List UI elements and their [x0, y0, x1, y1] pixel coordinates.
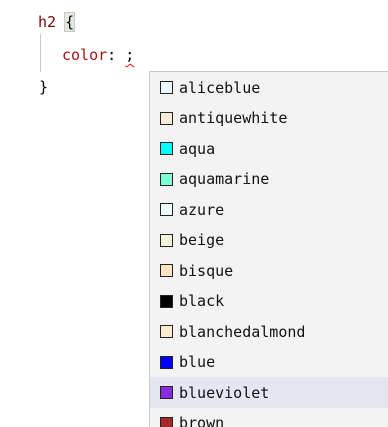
color-swatch-icon [160, 142, 173, 155]
error-squiggle-value: ; [125, 46, 135, 64]
suggestion-label: black [179, 292, 225, 310]
suggestion-label: azure [179, 200, 225, 219]
color-swatch-icon [160, 203, 173, 216]
suggestion-label: bisque [179, 261, 234, 280]
color-swatch-icon [160, 416, 173, 427]
code-editor[interactable]: h2 { color: ; } aliceblue antiquewhite aqu… [0, 0, 388, 427]
color-swatch-icon [160, 294, 173, 308]
suggestion-label: aqua [179, 139, 216, 158]
close-brace: } [39, 78, 49, 96]
code-line-3: } [39, 77, 48, 97]
suggestion-item-bisque[interactable]: bisque [150, 255, 388, 286]
code-line-1: h2 { [38, 12, 76, 32]
color-swatch-icon [160, 233, 173, 247]
suggestion-label: beige [179, 231, 225, 249]
suggestion-item-blanchedalmond[interactable]: blanchedalmond [150, 316, 388, 347]
suggestion-label: blanchedalmond [179, 322, 306, 341]
suggestion-item-blue[interactable]: blue [150, 347, 388, 378]
suggestion-item-aquamarine[interactable]: aquamarine [150, 164, 388, 195]
suggestion-item-aliceblue[interactable]: aliceblue [150, 72, 388, 103]
indent-guide [40, 34, 41, 72]
css-selector: h2 [38, 13, 57, 31]
autocomplete-suggestions[interactable]: aliceblue antiquewhite aqua aquamarine azure… [149, 71, 388, 427]
suggestion-item-antiquewhite[interactable]: antiquewhite [150, 103, 388, 134]
color-swatch-icon [160, 355, 173, 369]
suggestion-item-azure[interactable]: azure [150, 194, 388, 225]
color-swatch-icon [160, 111, 173, 125]
suggestion-label: blue [179, 353, 216, 371]
suggestion-item-beige[interactable]: beige [150, 225, 388, 256]
suggestion-label: aquamarine [179, 170, 270, 188]
suggestion-label: blueviolet [179, 383, 270, 402]
suggestion-label: brown [179, 414, 225, 427]
css-property: color [62, 46, 108, 64]
property-colon: : [107, 46, 126, 64]
open-brace: { [64, 12, 76, 32]
suggestion-item-blueviolet[interactable]: blueviolet [150, 377, 388, 408]
suggestion-item-aqua[interactable]: aqua [150, 133, 388, 164]
color-swatch-icon [160, 81, 173, 94]
suggestion-item-brown[interactable]: brown [150, 408, 388, 427]
code-line-2: color: ; [62, 45, 134, 65]
color-swatch-icon [160, 386, 173, 399]
color-swatch-icon [160, 172, 173, 186]
color-swatch-icon [160, 264, 173, 277]
suggestion-label: aliceblue [179, 78, 261, 97]
suggestion-label: antiquewhite [179, 109, 288, 127]
suggestion-item-black[interactable]: black [150, 286, 388, 317]
color-swatch-icon [160, 325, 173, 338]
